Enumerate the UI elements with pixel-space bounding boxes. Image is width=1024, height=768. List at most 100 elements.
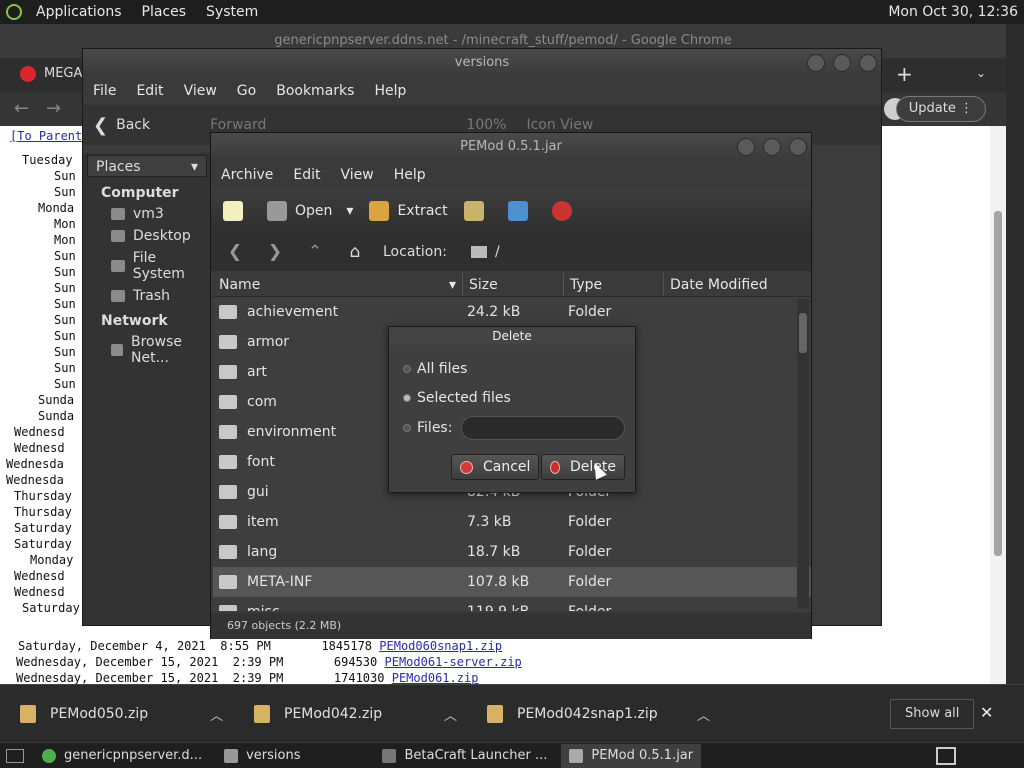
radio-all-files[interactable]: All files bbox=[403, 361, 467, 377]
maximize-icon[interactable] bbox=[833, 54, 851, 72]
place-browse-network[interactable]: Browse Net... bbox=[83, 331, 211, 369]
menu-view[interactable]: View bbox=[174, 83, 227, 99]
menu-help[interactable]: Help bbox=[384, 167, 436, 183]
menu-edit[interactable]: Edit bbox=[126, 83, 173, 99]
menu-places[interactable]: Places bbox=[136, 4, 193, 20]
menu-bookmarks[interactable]: Bookmarks bbox=[266, 83, 364, 99]
back-icon[interactable]: ❮ bbox=[93, 115, 108, 136]
file-row[interactable]: item 7.3 kB Folder bbox=[213, 507, 811, 537]
radio-selected-files[interactable]: Selected files bbox=[403, 390, 511, 406]
download-item[interactable]: PEMod042snap1.zip ︿ bbox=[487, 699, 710, 729]
file-row[interactable]: META-INF 107.8 kB Folder bbox=[213, 567, 811, 597]
location-label: Location: bbox=[383, 244, 447, 260]
file-link[interactable]: PEMod061-server.zip bbox=[385, 655, 522, 669]
column-name-label: Name bbox=[219, 277, 261, 293]
open-dropdown-icon[interactable]: ▾ bbox=[346, 203, 353, 219]
task-archive[interactable]: PEMod 0.5.1.jar bbox=[561, 743, 702, 768]
chrome-tab-label[interactable]: MEGA bbox=[44, 66, 82, 81]
menu-go[interactable]: Go bbox=[227, 83, 266, 99]
radio-files-pattern[interactable]: Files: bbox=[403, 420, 452, 436]
location-value[interactable]: / bbox=[495, 244, 500, 260]
delete-button[interactable]: Delete bbox=[541, 454, 625, 480]
place-trash[interactable]: Trash bbox=[83, 285, 211, 307]
file-list-header: Name ▾ Size Type Date Modified bbox=[213, 273, 811, 297]
menu-applications[interactable]: Applications bbox=[30, 4, 128, 20]
column-size[interactable]: Size bbox=[463, 273, 564, 296]
file-size: 18.7 kB bbox=[467, 544, 521, 560]
extract-button[interactable]: Extract bbox=[369, 201, 448, 221]
place-vm3[interactable]: vm3 bbox=[83, 203, 211, 225]
file-row[interactable]: lang 18.7 kB Folder bbox=[213, 537, 811, 567]
system-logo-icon[interactable] bbox=[6, 4, 22, 20]
folder-icon bbox=[219, 455, 237, 469]
workspace-switcher-icon[interactable] bbox=[936, 747, 956, 765]
menu-edit[interactable]: Edit bbox=[283, 167, 330, 183]
place-desktop[interactable]: Desktop bbox=[83, 225, 211, 247]
chevron-up-icon[interactable]: ︿ bbox=[697, 705, 710, 724]
minimize-icon[interactable] bbox=[807, 54, 825, 72]
add-files-button[interactable] bbox=[463, 201, 492, 221]
file-link[interactable]: PEMod061.zip bbox=[392, 671, 479, 684]
clock[interactable]: Mon Oct 30, 12:36 bbox=[888, 4, 1018, 20]
archive-scroll-thumb[interactable] bbox=[799, 313, 807, 353]
back-arrow-icon[interactable]: ← bbox=[14, 98, 29, 119]
up-icon[interactable]: ⌃ bbox=[303, 242, 327, 262]
add-folder-icon bbox=[507, 201, 528, 221]
file-name: gui bbox=[247, 484, 269, 500]
task-versions[interactable]: versions bbox=[216, 744, 308, 768]
close-icon[interactable] bbox=[789, 138, 807, 156]
new-tab-icon[interactable]: + bbox=[896, 62, 913, 86]
close-icon[interactable] bbox=[859, 54, 877, 72]
file-type: Folder bbox=[564, 604, 664, 611]
file-row[interactable]: misc 119.9 kBFolder bbox=[213, 597, 811, 611]
show-desktop-icon[interactable] bbox=[6, 748, 24, 763]
menu-archive[interactable]: Archive bbox=[211, 167, 283, 183]
menu-help[interactable]: Help bbox=[364, 83, 416, 99]
chrome-scroll-thumb[interactable] bbox=[994, 211, 1002, 556]
maximize-icon[interactable] bbox=[763, 138, 781, 156]
forward-arrow-icon[interactable]: → bbox=[46, 98, 61, 119]
home-icon[interactable]: ⌂ bbox=[343, 242, 367, 262]
zoom-level[interactable]: 100% bbox=[466, 117, 506, 133]
download-item[interactable]: PEMod042.zip ︿ bbox=[254, 699, 457, 729]
add-folder-button[interactable] bbox=[507, 201, 536, 221]
close-shelf-icon[interactable]: ✕ bbox=[980, 703, 993, 722]
archive-scrollbar[interactable] bbox=[797, 299, 809, 609]
stop-button[interactable] bbox=[551, 201, 580, 221]
tab-search-icon[interactable]: ⌄ bbox=[976, 66, 986, 80]
column-date-modified[interactable]: Date Modified bbox=[664, 273, 804, 296]
back-icon[interactable]: ❮ bbox=[223, 242, 247, 262]
places-selector[interactable]: Places ▾ bbox=[87, 155, 207, 177]
file-row[interactable]: achievement 24.2 kB Folder bbox=[213, 297, 811, 327]
place-label: Trash bbox=[133, 288, 170, 304]
folder-icon bbox=[219, 365, 237, 379]
view-mode-select[interactable]: Icon View bbox=[526, 117, 593, 133]
column-type[interactable]: Type bbox=[564, 273, 664, 296]
launcher-icon bbox=[382, 748, 397, 763]
open-button[interactable]: Open ▾ bbox=[267, 201, 353, 221]
task-betacraft[interactable]: BetaCraft Launcher ... bbox=[374, 744, 555, 768]
chevron-up-icon[interactable]: ︿ bbox=[444, 705, 457, 724]
file-size: 24.2 kB bbox=[467, 304, 521, 320]
forward-button[interactable]: Forward bbox=[210, 117, 266, 133]
download-item[interactable]: PEMod050.zip ︿ bbox=[20, 699, 223, 729]
file-name-cell: item bbox=[213, 514, 463, 530]
column-name[interactable]: Name ▾ bbox=[213, 273, 463, 296]
files-pattern-input[interactable] bbox=[461, 416, 625, 440]
back-button[interactable]: Back bbox=[116, 117, 150, 133]
chrome-scrollbar[interactable] bbox=[990, 126, 1006, 684]
task-chrome[interactable]: genericpnpserver.d... bbox=[34, 744, 210, 768]
file-link[interactable]: PEMod060snap1.zip bbox=[379, 639, 502, 653]
place-file-system[interactable]: File System bbox=[83, 247, 211, 285]
menu-view[interactable]: View bbox=[331, 167, 384, 183]
cancel-button[interactable]: Cancel bbox=[451, 454, 540, 480]
menu-system[interactable]: System bbox=[200, 4, 264, 20]
minimize-icon[interactable] bbox=[737, 138, 755, 156]
update-button[interactable]: Update ⋮ bbox=[895, 96, 986, 122]
show-all-button[interactable]: Show all bbox=[890, 699, 975, 729]
download-name: PEMod050.zip bbox=[50, 706, 149, 722]
menu-file[interactable]: File bbox=[83, 83, 126, 99]
forward-icon[interactable]: ❯ bbox=[263, 242, 287, 262]
new-archive-button[interactable] bbox=[223, 201, 251, 221]
chevron-up-icon[interactable]: ︿ bbox=[210, 705, 223, 724]
